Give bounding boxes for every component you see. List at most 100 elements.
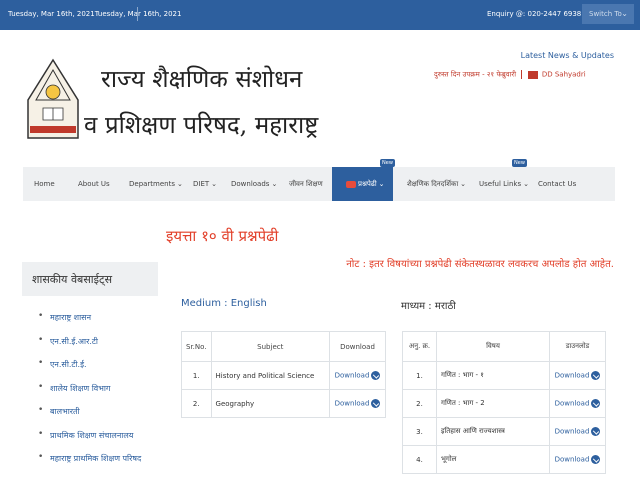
table-row: 2. Geography Download	[181, 389, 386, 418]
sidebar-link[interactable]: महाराष्ट्र शासन	[38, 311, 141, 336]
marathi-medium-title: माध्यम : मराठी	[401, 301, 456, 312]
sidebar-link[interactable]: शालेय शिक्षण विभाग	[38, 382, 141, 407]
nav-downloads-label: Downloads	[231, 180, 270, 188]
column-header: डाउनलोड	[549, 331, 606, 362]
date-text: Tuesday, Mar 16th, 2021Tuesday, Mar 16th…	[8, 10, 182, 18]
download-button[interactable]: Download	[329, 389, 386, 418]
download-icon	[371, 399, 381, 408]
subject-name: गणित : भाग - 2	[436, 389, 550, 418]
nav-departments[interactable]: Departments ⌄	[129, 167, 183, 201]
table-row: 1. History and Political Science Downloa…	[181, 361, 386, 390]
news-ticker: दुरुस्त दिन उपक्रम - २१ फेब्रुवारी DD Sa…	[434, 70, 586, 80]
row-number: 2.	[181, 389, 212, 418]
download-button[interactable]: Download	[549, 389, 606, 418]
nav-diet[interactable]: DIET ⌄	[193, 167, 217, 201]
nav-useful-links-label: Useful Links	[479, 180, 522, 188]
nav-academic-calendar[interactable]: शैक्षणिक दिनदर्शिका ⌄	[407, 167, 466, 201]
column-header: Subject	[210, 331, 331, 362]
nav-about-label: About Us	[78, 180, 110, 188]
download-icon	[591, 371, 601, 380]
download-label: Download	[554, 427, 590, 436]
sidebar-link[interactable]: बालभारती	[38, 405, 141, 430]
column-header: विषय	[436, 331, 550, 362]
download-icon	[371, 371, 381, 380]
sidebar-heading: शासकीय वेबसाईट्स	[22, 262, 158, 296]
row-number: 3.	[402, 417, 437, 446]
table-header-row: Sr.No. Subject Download	[181, 331, 386, 362]
chevron-down-icon: ⌄	[271, 180, 278, 188]
subject-name: इतिहास आणि राज्यशास्त्र	[436, 417, 550, 446]
download-icon	[591, 399, 601, 408]
download-icon	[591, 455, 601, 464]
download-button[interactable]: Download	[549, 445, 606, 474]
prashnapedhi-icon	[346, 180, 356, 188]
column-header: अनु. क्र.	[402, 331, 437, 362]
nav-home-label: Home	[34, 180, 55, 188]
nav-contact-label: Contact Us	[538, 180, 577, 188]
top-bar: Tuesday, Mar 16th, 2021Tuesday, Mar 16th…	[0, 0, 640, 30]
subject-name: भूगोल	[436, 445, 550, 474]
subject-name: History and Political Science	[210, 361, 331, 390]
tv-icon	[527, 70, 538, 79]
chevron-down-icon: ⌄	[177, 180, 183, 188]
chevron-down-icon: ⌄	[460, 180, 467, 188]
news-divider	[521, 70, 523, 79]
subject-name: Geography	[210, 389, 331, 418]
table-header-row: अनु. क्र. विषय डाउनलोड	[402, 331, 606, 362]
table-row: 4. भूगोल Download	[402, 445, 606, 474]
sidebar-link[interactable]: प्राथमिक शिक्षण संचालनालय	[38, 429, 141, 454]
table-row: 3. इतिहास आणि राज्यशास्त्र Download	[402, 417, 606, 446]
sidebar-link[interactable]: महाराष्ट्र प्राथमिक शिक्षण परिषद	[38, 452, 141, 477]
download-icon	[591, 427, 601, 436]
organization-logo[interactable]	[22, 56, 84, 140]
switch-to-label: Switch To	[589, 10, 622, 18]
table-row: 1. गणित : भाग - १ Download	[402, 361, 606, 390]
news-item[interactable]: दुरुस्त दिन उपक्रम - २१ फेब्रुवारी	[434, 71, 516, 79]
row-number: 1.	[181, 361, 212, 390]
nav-downloads[interactable]: Downloads ⌄	[231, 167, 277, 201]
download-label: Download	[554, 455, 590, 464]
enquiry-phone: Enquiry @: 020-2447 6938	[487, 10, 582, 18]
download-label: Download	[554, 371, 590, 380]
latest-news-link[interactable]: Latest News & Updates	[521, 51, 614, 60]
nav-useful-links[interactable]: New Useful Links ⌄	[479, 159, 530, 201]
column-header: Download	[329, 331, 386, 362]
nav-contact-us[interactable]: Contact Us	[538, 167, 576, 201]
site-title-line-1: राज्य शैक्षणिक संशोधन	[101, 65, 303, 93]
nav-calendar-label: शैक्षणिक दिनदर्शिका	[407, 180, 459, 188]
row-number: 1.	[402, 361, 437, 390]
sidebar-link[interactable]: एन.सी.ई.आर.टी	[38, 335, 141, 360]
chevron-down-icon: ⌄	[523, 180, 530, 188]
nav-diet-label: DIET	[193, 180, 210, 188]
nav-jeevan-label: जीवन शिक्षण	[289, 180, 323, 188]
row-number: 2.	[402, 389, 437, 418]
table-row: 2. गणित : भाग - 2 Download	[402, 389, 606, 418]
chevron-down-icon: ⌄	[211, 180, 218, 188]
top-bar-divider	[137, 7, 138, 21]
nav-about-us[interactable]: About Us	[78, 167, 110, 201]
nav-jeevan-shikshan[interactable]: जीवन शिक्षण	[289, 167, 323, 201]
download-button[interactable]: Download	[549, 361, 606, 390]
nav-departments-label: Departments	[129, 180, 176, 188]
download-label: Download	[334, 399, 370, 408]
chevron-down-icon: ⌄	[378, 180, 385, 188]
download-button[interactable]: Download	[549, 417, 606, 446]
sidebar-link[interactable]: एन.सी.टी.ई.	[38, 358, 141, 383]
nav-prashnapedhi-label: प्रश्नपेढी	[358, 180, 377, 188]
marathi-question-bank-table: अनु. क्र. विषय डाउनलोड 1. गणित : भाग - १…	[402, 331, 606, 474]
new-badge: New	[380, 159, 395, 167]
english-medium-title: Medium : English	[181, 298, 267, 309]
upload-note: नोट : इतर विषयांच्या प्रश्नपेढी संकेतस्थ…	[346, 259, 614, 270]
news-source[interactable]: DD Sahyadri	[542, 71, 586, 79]
main-nav: Home About Us Departments ⌄ DIET ⌄ Downloa…	[23, 159, 615, 201]
download-button[interactable]: Download	[329, 361, 386, 390]
switch-to-dropdown[interactable]: Switch To ⌄	[582, 4, 634, 24]
site-title-line-2: व प्रशिक्षण परिषद, महाराष्ट्र	[84, 111, 319, 139]
download-label: Download	[334, 371, 370, 380]
sidebar-links: महाराष्ट्र शासन एन.सी.ई.आर.टी एन.सी.टी.ई…	[38, 311, 141, 477]
download-label: Download	[554, 399, 590, 408]
nav-prashnapedhi[interactable]: New प्रश्नपेढी ⌄	[332, 159, 395, 201]
english-question-bank-table: Sr.No. Subject Download 1. History and P…	[181, 331, 386, 418]
nav-home[interactable]: Home	[34, 167, 55, 201]
column-header: Sr.No.	[181, 331, 212, 362]
